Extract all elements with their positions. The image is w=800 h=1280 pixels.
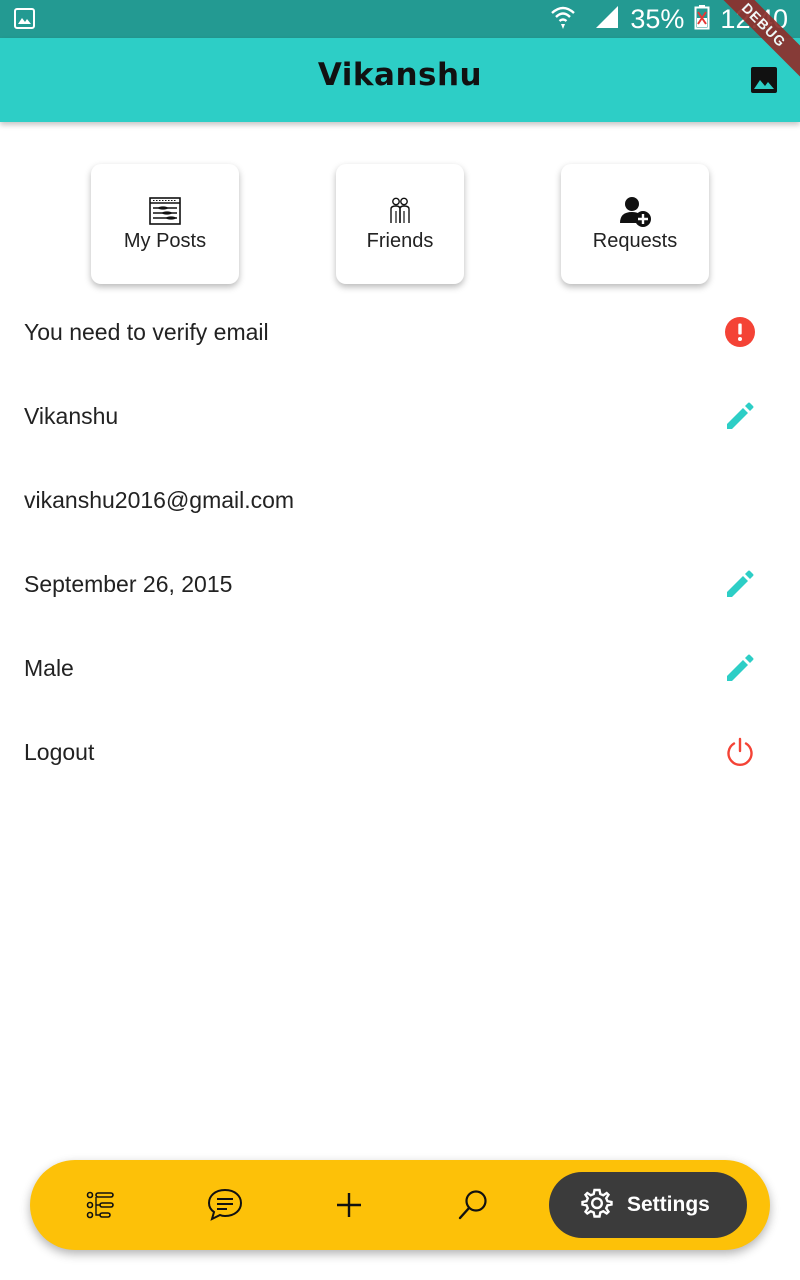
birthdate-text: September 26, 2015 — [24, 570, 233, 597]
add-user-icon — [618, 196, 652, 227]
name-text: Vikanshu — [24, 402, 119, 429]
plus-icon[interactable] — [314, 1160, 384, 1250]
settings-tab-label: Settings — [627, 1193, 710, 1216]
card-label-friends: Friends — [366, 230, 434, 252]
page-title: Vikanshu — [317, 57, 483, 93]
friends-card[interactable]: Friends — [336, 164, 464, 284]
gender-text: Male — [24, 654, 74, 681]
email-row: vikanshu2016@gmail.com — [0, 458, 800, 542]
power-icon[interactable] — [724, 736, 756, 768]
battery-icon — [694, 4, 710, 35]
logout-row[interactable]: Logout — [0, 710, 800, 794]
edit-icon[interactable] — [724, 568, 756, 600]
search-icon[interactable] — [438, 1160, 508, 1250]
card-label-my-posts: My Posts — [123, 230, 207, 252]
settings-screen: 35% 12:40 DEBUG Vikanshu My Posts Friend… — [0, 0, 800, 1280]
signal-icon — [594, 4, 620, 35]
app-bar: Vikanshu — [0, 38, 800, 122]
card-label-requests: Requests — [592, 230, 678, 252]
email-text: vikanshu2016@gmail.com — [24, 486, 295, 513]
gender-row[interactable]: Male — [0, 626, 800, 710]
chat-icon[interactable] — [190, 1160, 260, 1250]
status-bar: 35% 12:40 — [0, 0, 800, 38]
verify-email-row[interactable]: You need to verify email — [0, 290, 800, 374]
requests-card[interactable]: Requests — [561, 164, 709, 284]
bottom-nav: Settings — [30, 1160, 770, 1250]
gear-icon — [581, 1187, 613, 1224]
my-posts-card[interactable]: My Posts — [91, 164, 239, 284]
settings-tab[interactable]: Settings — [549, 1172, 747, 1238]
edit-icon[interactable] — [724, 400, 756, 432]
battery-percent: 35% — [630, 3, 685, 34]
birthdate-row[interactable]: September 26, 2015 — [0, 542, 800, 626]
image-icon[interactable] — [750, 66, 778, 94]
gallery-notification-icon — [14, 8, 35, 29]
wifi-icon — [550, 4, 576, 35]
logout-text: Logout — [24, 738, 95, 765]
friends-icon — [388, 196, 412, 226]
edit-icon[interactable] — [724, 652, 756, 684]
alert-icon[interactable] — [724, 316, 756, 348]
list-icon[interactable] — [65, 1160, 135, 1250]
verify-email-text: You need to verify email — [24, 318, 269, 345]
posts-icon — [149, 196, 181, 226]
name-row[interactable]: Vikanshu — [0, 374, 800, 458]
